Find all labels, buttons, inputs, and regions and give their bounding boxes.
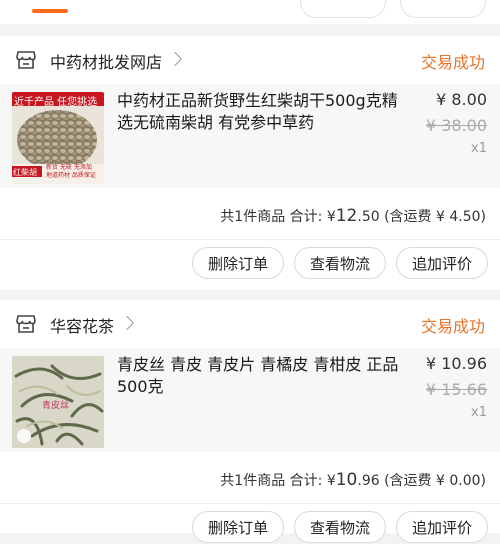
divider	[0, 239, 500, 240]
order-status: 交易成功	[420, 317, 485, 336]
summary-shipping: (含运费 ¥ 4.50)	[384, 209, 486, 225]
product-price: ¥ 10.96	[425, 354, 487, 373]
store-icon	[16, 51, 36, 69]
order-card: 中药材批发网店 交易成功 近千产品 任您挑选 红柴胡 新货 无硫 无添加 地道药…	[0, 36, 500, 290]
summary-shipping: (含运费 ¥ 0.00)	[384, 473, 486, 489]
product-quantity: x1	[471, 141, 487, 156]
product-price: ¥ 8.00	[436, 90, 487, 109]
summary-total-integer: 10	[335, 470, 358, 490]
divider	[0, 503, 500, 504]
order-item[interactable]: 青皮丝 青皮丝 青皮 青皮片 青橘皮 青柑皮 正品500克 ¥ 10.96 ¥ …	[0, 348, 500, 452]
summary-total-decimal: .96	[357, 473, 380, 489]
chevron-right-icon	[167, 51, 183, 67]
summary-currency: ¥	[326, 473, 336, 489]
store-name[interactable]: 中药材批发网店	[50, 49, 162, 73]
view-logistics-button[interactable]: 查看物流	[294, 247, 386, 279]
product-image[interactable]: 青皮丝	[12, 356, 104, 448]
order-header[interactable]: 中药材批发网店 交易成功	[0, 36, 500, 84]
delete-order-button[interactable]: 删除订单	[192, 247, 284, 279]
order-item[interactable]: 近千产品 任您挑选 红柴胡 新货 无硫 无添加 地道药材 品质保证 中药材正品新…	[0, 84, 500, 188]
product-title[interactable]: 中药材正品新货野生红柴胡干500g克精选无硫南柴胡 有党参中草药	[117, 90, 407, 134]
product-original-price: ¥ 38.00	[425, 116, 487, 135]
summary-count-label: 共1件商品 合计:	[220, 209, 323, 225]
order-header[interactable]: 华容花茶 交易成功	[0, 300, 500, 348]
tab-active-indicator	[32, 9, 68, 13]
prev-order-button[interactable]	[300, 0, 386, 18]
summary-total-decimal: .50	[357, 209, 380, 225]
store-name[interactable]: 华容花茶	[50, 313, 114, 337]
product-original-price: ¥ 15.66	[425, 380, 487, 399]
view-logistics-button[interactable]: 查看物流	[294, 511, 386, 543]
top-tab-bar	[0, 0, 500, 24]
order-summary: 共1件商品 合计: ¥10.96 (含运费 ¥ 0.00)	[220, 470, 486, 490]
order-card: 华容花茶 交易成功 青皮丝 青皮丝 青皮 青皮片 青橘皮 青柑皮 正品500克 …	[0, 300, 500, 543]
order-status: 交易成功	[420, 53, 485, 72]
add-review-button[interactable]: 追加评价	[396, 511, 488, 543]
product-image-tag: 红柴胡	[13, 168, 37, 177]
add-review-button[interactable]: 追加评价	[396, 247, 488, 279]
product-quantity: x1	[471, 405, 487, 420]
product-image-banner: 近千产品 任您挑选	[14, 97, 98, 108]
product-image-tag: 青皮丝	[42, 401, 70, 411]
summary-total-integer: 12	[335, 206, 358, 226]
summary-count-label: 共1件商品 合计:	[220, 473, 323, 489]
prev-order-button[interactable]	[400, 0, 486, 18]
product-image[interactable]: 近千产品 任您挑选 红柴胡 新货 无硫 无添加 地道药材 品质保证	[12, 92, 104, 184]
order-summary: 共1件商品 合计: ¥12.50 (含运费 ¥ 4.50)	[220, 206, 486, 226]
summary-currency: ¥	[326, 209, 336, 225]
store-icon	[16, 315, 36, 333]
product-title[interactable]: 青皮丝 青皮 青皮片 青橘皮 青柑皮 正品500克	[117, 354, 407, 398]
delete-order-button[interactable]: 删除订单	[192, 511, 284, 543]
product-image-caption: 新货 无硫 无添加 地道药材 品质保证	[46, 164, 96, 179]
chevron-right-icon	[119, 315, 135, 331]
